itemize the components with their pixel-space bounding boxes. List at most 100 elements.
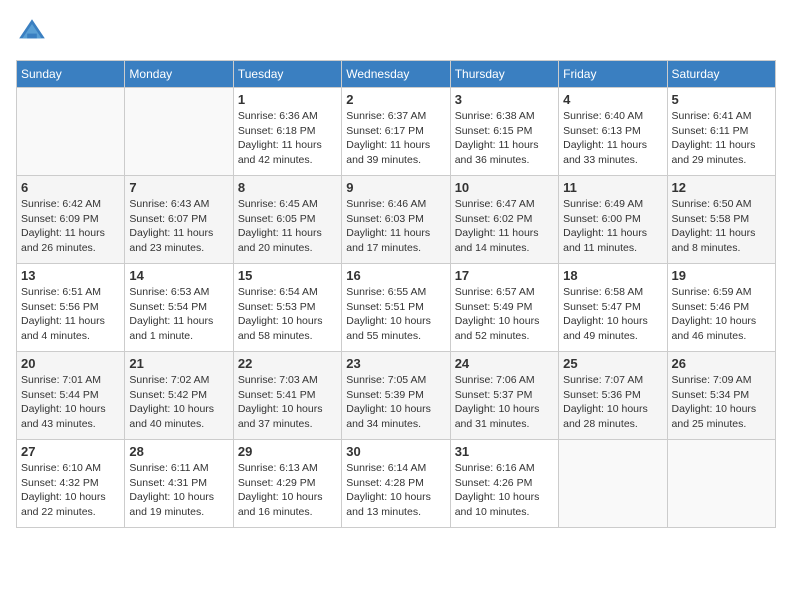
day-info: Sunrise: 6:54 AM Sunset: 5:53 PM Dayligh… bbox=[238, 285, 337, 344]
calendar-day-cell bbox=[17, 88, 125, 176]
day-number: 11 bbox=[563, 180, 662, 195]
day-number: 27 bbox=[21, 444, 120, 459]
calendar-day-cell: 7 Sunrise: 6:43 AM Sunset: 6:07 PM Daylig… bbox=[125, 176, 233, 264]
day-number: 13 bbox=[21, 268, 120, 283]
day-number: 19 bbox=[672, 268, 771, 283]
calendar-header-row: SundayMondayTuesdayWednesdayThursdayFrid… bbox=[17, 61, 776, 88]
day-number: 5 bbox=[672, 92, 771, 107]
day-of-week-header: Friday bbox=[559, 61, 667, 88]
calendar-day-cell: 3 Sunrise: 6:38 AM Sunset: 6:15 PM Daylig… bbox=[450, 88, 558, 176]
day-number: 26 bbox=[672, 356, 771, 371]
day-info: Sunrise: 6:53 AM Sunset: 5:54 PM Dayligh… bbox=[129, 285, 228, 344]
calendar-day-cell: 23 Sunrise: 7:05 AM Sunset: 5:39 PM Dayli… bbox=[342, 352, 450, 440]
day-info: Sunrise: 6:40 AM Sunset: 6:13 PM Dayligh… bbox=[563, 109, 662, 168]
day-number: 29 bbox=[238, 444, 337, 459]
day-number: 10 bbox=[455, 180, 554, 195]
calendar-day-cell: 8 Sunrise: 6:45 AM Sunset: 6:05 PM Daylig… bbox=[233, 176, 341, 264]
day-info: Sunrise: 6:46 AM Sunset: 6:03 PM Dayligh… bbox=[346, 197, 445, 256]
calendar-day-cell: 11 Sunrise: 6:49 AM Sunset: 6:00 PM Dayli… bbox=[559, 176, 667, 264]
day-info: Sunrise: 6:38 AM Sunset: 6:15 PM Dayligh… bbox=[455, 109, 554, 168]
calendar-day-cell bbox=[125, 88, 233, 176]
day-info: Sunrise: 7:06 AM Sunset: 5:37 PM Dayligh… bbox=[455, 373, 554, 432]
day-info: Sunrise: 6:42 AM Sunset: 6:09 PM Dayligh… bbox=[21, 197, 120, 256]
calendar-week-row: 6 Sunrise: 6:42 AM Sunset: 6:09 PM Daylig… bbox=[17, 176, 776, 264]
day-info: Sunrise: 7:03 AM Sunset: 5:41 PM Dayligh… bbox=[238, 373, 337, 432]
logo-icon bbox=[16, 16, 48, 48]
calendar-week-row: 27 Sunrise: 6:10 AM Sunset: 4:32 PM Dayli… bbox=[17, 440, 776, 528]
calendar-week-row: 20Sunrise: 7:01 AM Sunset: 5:44 PM Dayli… bbox=[17, 352, 776, 440]
calendar-day-cell: 28Sunrise: 6:11 AM Sunset: 4:31 PM Dayli… bbox=[125, 440, 233, 528]
calendar-day-cell: 12 Sunrise: 6:50 AM Sunset: 5:58 PM Dayli… bbox=[667, 176, 775, 264]
calendar-day-cell: 22 Sunrise: 7:03 AM Sunset: 5:41 PM Dayli… bbox=[233, 352, 341, 440]
day-of-week-header: Tuesday bbox=[233, 61, 341, 88]
calendar-day-cell: 2 Sunrise: 6:37 AM Sunset: 6:17 PM Daylig… bbox=[342, 88, 450, 176]
day-info: Sunrise: 6:58 AM Sunset: 5:47 PM Dayligh… bbox=[563, 285, 662, 344]
calendar-day-cell: 18 Sunrise: 6:58 AM Sunset: 5:47 PM Dayli… bbox=[559, 264, 667, 352]
day-number: 16 bbox=[346, 268, 445, 283]
day-info: Sunrise: 7:07 AM Sunset: 5:36 PM Dayligh… bbox=[563, 373, 662, 432]
calendar-day-cell: 25 Sunrise: 7:07 AM Sunset: 5:36 PM Dayli… bbox=[559, 352, 667, 440]
calendar-day-cell: 20Sunrise: 7:01 AM Sunset: 5:44 PM Dayli… bbox=[17, 352, 125, 440]
calendar-table: SundayMondayTuesdayWednesdayThursdayFrid… bbox=[16, 60, 776, 528]
day-number: 15 bbox=[238, 268, 337, 283]
day-info: Sunrise: 6:45 AM Sunset: 6:05 PM Dayligh… bbox=[238, 197, 337, 256]
day-number: 30 bbox=[346, 444, 445, 459]
calendar-day-cell: 24Sunrise: 7:06 AM Sunset: 5:37 PM Dayli… bbox=[450, 352, 558, 440]
calendar-day-cell: 21Sunrise: 7:02 AM Sunset: 5:42 PM Dayli… bbox=[125, 352, 233, 440]
day-info: Sunrise: 6:57 AM Sunset: 5:49 PM Dayligh… bbox=[455, 285, 554, 344]
day-info: Sunrise: 6:37 AM Sunset: 6:17 PM Dayligh… bbox=[346, 109, 445, 168]
day-info: Sunrise: 6:55 AM Sunset: 5:51 PM Dayligh… bbox=[346, 285, 445, 344]
day-info: Sunrise: 6:10 AM Sunset: 4:32 PM Dayligh… bbox=[21, 461, 120, 520]
page-header bbox=[16, 16, 776, 48]
day-of-week-header: Wednesday bbox=[342, 61, 450, 88]
day-info: Sunrise: 6:36 AM Sunset: 6:18 PM Dayligh… bbox=[238, 109, 337, 168]
day-number: 1 bbox=[238, 92, 337, 107]
day-info: Sunrise: 7:01 AM Sunset: 5:44 PM Dayligh… bbox=[21, 373, 120, 432]
day-number: 23 bbox=[346, 356, 445, 371]
day-info: Sunrise: 7:05 AM Sunset: 5:39 PM Dayligh… bbox=[346, 373, 445, 432]
day-number: 7 bbox=[129, 180, 228, 195]
day-number: 22 bbox=[238, 356, 337, 371]
day-number: 8 bbox=[238, 180, 337, 195]
day-number: 3 bbox=[455, 92, 554, 107]
calendar-day-cell bbox=[559, 440, 667, 528]
day-info: Sunrise: 7:09 AM Sunset: 5:34 PM Dayligh… bbox=[672, 373, 771, 432]
day-number: 12 bbox=[672, 180, 771, 195]
day-of-week-header: Thursday bbox=[450, 61, 558, 88]
day-number: 28 bbox=[129, 444, 228, 459]
calendar-day-cell: 5 Sunrise: 6:41 AM Sunset: 6:11 PM Daylig… bbox=[667, 88, 775, 176]
day-info: Sunrise: 6:13 AM Sunset: 4:29 PM Dayligh… bbox=[238, 461, 337, 520]
calendar-day-cell: 29 Sunrise: 6:13 AM Sunset: 4:29 PM Dayli… bbox=[233, 440, 341, 528]
calendar-day-cell: 26 Sunrise: 7:09 AM Sunset: 5:34 PM Dayli… bbox=[667, 352, 775, 440]
calendar-day-cell: 9 Sunrise: 6:46 AM Sunset: 6:03 PM Daylig… bbox=[342, 176, 450, 264]
calendar-day-cell: 17Sunrise: 6:57 AM Sunset: 5:49 PM Dayli… bbox=[450, 264, 558, 352]
calendar-day-cell: 16 Sunrise: 6:55 AM Sunset: 5:51 PM Dayli… bbox=[342, 264, 450, 352]
day-info: Sunrise: 6:50 AM Sunset: 5:58 PM Dayligh… bbox=[672, 197, 771, 256]
calendar-day-cell: 14Sunrise: 6:53 AM Sunset: 5:54 PM Dayli… bbox=[125, 264, 233, 352]
day-info: Sunrise: 6:59 AM Sunset: 5:46 PM Dayligh… bbox=[672, 285, 771, 344]
day-of-week-header: Monday bbox=[125, 61, 233, 88]
day-number: 25 bbox=[563, 356, 662, 371]
day-number: 31 bbox=[455, 444, 554, 459]
calendar-day-cell: 1 Sunrise: 6:36 AM Sunset: 6:18 PM Daylig… bbox=[233, 88, 341, 176]
calendar-day-cell: 31Sunrise: 6:16 AM Sunset: 4:26 PM Dayli… bbox=[450, 440, 558, 528]
calendar-day-cell: 10Sunrise: 6:47 AM Sunset: 6:02 PM Dayli… bbox=[450, 176, 558, 264]
day-number: 2 bbox=[346, 92, 445, 107]
day-info: Sunrise: 6:41 AM Sunset: 6:11 PM Dayligh… bbox=[672, 109, 771, 168]
calendar-day-cell bbox=[667, 440, 775, 528]
day-info: Sunrise: 7:02 AM Sunset: 5:42 PM Dayligh… bbox=[129, 373, 228, 432]
logo bbox=[16, 16, 52, 48]
day-info: Sunrise: 6:14 AM Sunset: 4:28 PM Dayligh… bbox=[346, 461, 445, 520]
calendar-day-cell: 30 Sunrise: 6:14 AM Sunset: 4:28 PM Dayli… bbox=[342, 440, 450, 528]
calendar-day-cell: 27 Sunrise: 6:10 AM Sunset: 4:32 PM Dayli… bbox=[17, 440, 125, 528]
day-number: 6 bbox=[21, 180, 120, 195]
day-info: Sunrise: 6:49 AM Sunset: 6:00 PM Dayligh… bbox=[563, 197, 662, 256]
day-number: 9 bbox=[346, 180, 445, 195]
day-of-week-header: Sunday bbox=[17, 61, 125, 88]
day-of-week-header: Saturday bbox=[667, 61, 775, 88]
calendar-day-cell: 13Sunrise: 6:51 AM Sunset: 5:56 PM Dayli… bbox=[17, 264, 125, 352]
calendar-day-cell: 15 Sunrise: 6:54 AM Sunset: 5:53 PM Dayli… bbox=[233, 264, 341, 352]
day-number: 4 bbox=[563, 92, 662, 107]
day-number: 18 bbox=[563, 268, 662, 283]
day-info: Sunrise: 6:43 AM Sunset: 6:07 PM Dayligh… bbox=[129, 197, 228, 256]
